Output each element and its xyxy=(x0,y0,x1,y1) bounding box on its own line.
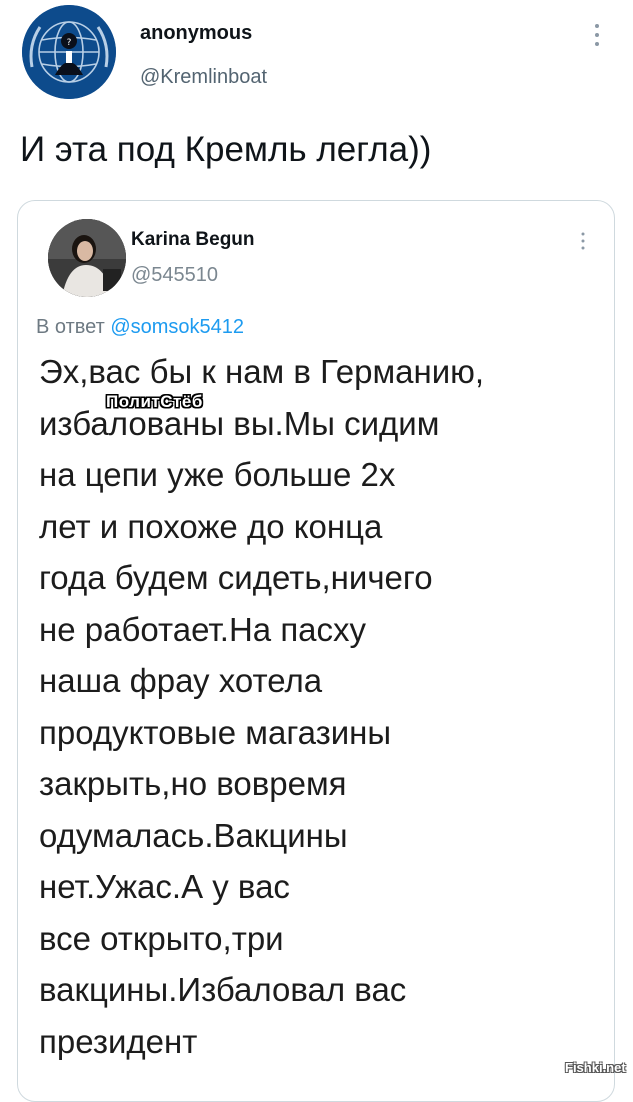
tweet-text: И эта под Кремль легла)) xyxy=(20,130,432,169)
quoted-text-line: все открыто,три xyxy=(39,919,284,957)
svg-text:?: ? xyxy=(67,38,72,48)
quoted-text-line: на цепи уже больше 2х xyxy=(39,456,396,493)
quoted-text-line: Эх,вас бы к нам в Германию, xyxy=(39,353,485,390)
quoted-text-line: не работает.На пасху xyxy=(39,610,367,648)
site-watermark: Fishki.net xyxy=(565,1060,626,1075)
reply-context: В ответ @somsok5412 xyxy=(36,316,244,339)
quoted-author-avatar[interactable] xyxy=(48,219,126,297)
quoted-text-line: продуктовые магазины xyxy=(39,713,392,751)
avatar[interactable]: ? xyxy=(22,5,116,99)
quoted-tweet-text: Эх,вас бы к нам в Германию, избалованы в… xyxy=(39,346,609,1067)
quoted-text-line: президент xyxy=(39,1022,198,1060)
author-name[interactable]: anonymous xyxy=(140,22,252,45)
vertical-dots-icon[interactable] xyxy=(590,22,604,48)
reply-mention-link[interactable]: @somsok5412 xyxy=(110,316,244,338)
quoted-tweet-card[interactable]: Karina Begun @545510 В ответ @somsok5412… xyxy=(17,200,615,1102)
quoted-text-line: наша фрау хотела xyxy=(39,662,323,699)
reply-prefix: В ответ xyxy=(36,316,105,338)
tweet-header: ? anonymous @Kremlinboat xyxy=(0,0,633,110)
overlay-watermark: ПолитСтёб xyxy=(106,392,203,411)
quoted-author-name[interactable]: Karina Begun xyxy=(131,229,255,251)
anonymous-globe-logo-icon: ? xyxy=(22,5,116,99)
vertical-dots-icon[interactable] xyxy=(579,231,587,251)
quoted-author-handle[interactable]: @545510 xyxy=(131,264,218,287)
quoted-text-line: лет и похоже до конца xyxy=(39,507,383,545)
quoted-text-line: нет.Ужас.А у вас xyxy=(39,868,290,905)
quoted-text-line: года будем сидеть,ничего xyxy=(39,559,433,596)
quoted-text-line: одумалась.Вакцины xyxy=(39,816,348,854)
person-photo-icon xyxy=(48,219,126,297)
quoted-text-line: закрыть,но вовремя xyxy=(39,765,347,802)
author-handle[interactable]: @Kremlinboat xyxy=(140,66,267,89)
quoted-text-line: вакцины.Избаловал вас xyxy=(39,971,407,1008)
